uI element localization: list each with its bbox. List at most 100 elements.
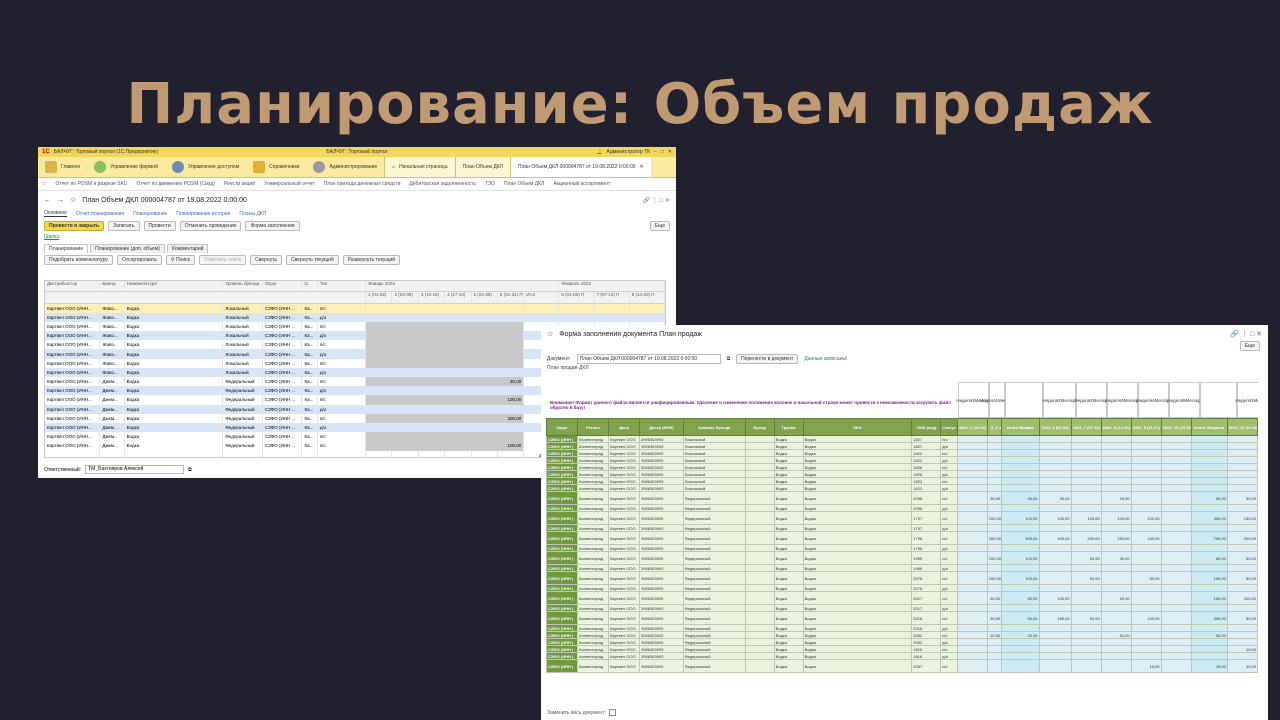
cell-okrug[interactable]: СЗФО (ИНН ) <box>546 524 579 532</box>
cell-d[interactable]: Картвел ООО (ИНН... <box>45 377 101 387</box>
cell-region[interactable]: Калининград <box>577 571 610 585</box>
cell-week-value[interactable] <box>1130 544 1162 552</box>
cell-inn[interactable]: 3906363993 <box>639 463 684 471</box>
cell-n[interactable]: Водка <box>124 312 224 322</box>
cell-group[interactable]: Водка <box>773 511 804 525</box>
cell-brand-level[interactable]: Федеральный <box>682 564 746 572</box>
cell-region[interactable]: Калининград <box>577 631 610 639</box>
grid-row[interactable]: СЗФО (ИНН ) Калининград Картвел ООО 3906363… <box>546 631 1258 639</box>
more-button[interactable]: Еще <box>1239 341 1260 351</box>
cell-week-value[interactable] <box>1038 442 1072 450</box>
grid-row[interactable]: СЗФО (ИНН ) Калининград Картвел ООО 3906363… <box>546 659 1258 673</box>
cell-status[interactable]: д/о <box>940 544 958 552</box>
cell-week-value[interactable] <box>1130 645 1162 653</box>
cell-week-value[interactable] <box>1160 652 1192 660</box>
cell-month-total[interactable]: 50,00 <box>1001 611 1040 625</box>
cell-brand-level[interactable]: Федеральный <box>682 591 746 605</box>
cell-l[interactable]: Локальный <box>222 303 263 313</box>
cell-week-value[interactable]: 50,00 <box>1130 571 1162 585</box>
cell-week-value[interactable] <box>1130 584 1162 592</box>
cell-week-value[interactable] <box>1160 571 1192 585</box>
grid-row[interactable]: СЗФО (ИНН ) Калининград Картвел ООО 3906363… <box>546 638 1258 646</box>
cell-group[interactable]: Водка <box>773 652 804 660</box>
cell-month-total[interactable] <box>1190 645 1228 653</box>
tab-plan-document[interactable]: План Объем ДКЛ 000004787 от 19.08.2022 0… <box>509 157 651 177</box>
cell-week-value[interactable] <box>1100 652 1132 660</box>
cancel-posting-button[interactable]: Отменить проведение <box>179 221 242 231</box>
cell-month-total[interactable] <box>1190 442 1228 450</box>
cell-week-value[interactable] <box>1160 604 1192 612</box>
cell-brand-level[interactable]: Федеральный <box>682 645 746 653</box>
cell-sku-code[interactable]: 1796 <box>911 544 942 552</box>
cell-brand[interactable] <box>744 544 775 552</box>
cell-group[interactable]: Водка <box>773 442 804 450</box>
cell-inn[interactable]: 3906363993 <box>639 571 684 585</box>
cell-week-value[interactable]: 30,00 <box>1100 551 1132 565</box>
cell-group[interactable]: Водка <box>773 584 804 592</box>
open-icon[interactable]: ⧉ <box>727 356 731 362</box>
cell-month-total[interactable] <box>1001 645 1040 653</box>
cell-week-value[interactable] <box>986 504 1003 512</box>
cell-l[interactable]: Федеральный <box>222 395 263 405</box>
cell-group[interactable]: Водка <box>773 591 804 605</box>
feb-week-cell[interactable] <box>594 303 630 313</box>
cell-week-value[interactable] <box>1070 659 1102 673</box>
cell-o2[interactable]: Ка... <box>301 367 318 377</box>
cell-week-value[interactable] <box>1038 463 1072 471</box>
cell-brand[interactable] <box>744 604 775 612</box>
cell-region[interactable]: Калининград <box>577 484 610 492</box>
cell-t[interactable]: п/с <box>317 321 367 332</box>
cell-month-total[interactable]: 100,00 <box>1001 551 1040 565</box>
open-icon[interactable]: ⧉ <box>188 467 192 473</box>
cell-sku-code[interactable]: 1816 <box>911 652 942 660</box>
cell-week-value[interactable] <box>956 524 988 532</box>
cell-o[interactable]: СЗФО (ИНН ... <box>262 377 303 387</box>
cell-o[interactable]: СЗФО (ИНН ... <box>262 413 303 423</box>
cell-distr[interactable]: Картвел ООО <box>608 511 641 525</box>
cell-brand[interactable] <box>744 463 775 471</box>
cell-week-value[interactable]: 100,00 <box>1038 511 1072 525</box>
cell-group[interactable]: Водка <box>773 456 804 464</box>
cell-sku[interactable]: Водка <box>802 564 913 572</box>
cell-week-value[interactable]: 50,00 <box>1070 611 1102 625</box>
cell-status[interactable]: д/о <box>940 442 958 450</box>
cell-status[interactable]: д/о <box>940 564 958 572</box>
cell-week-value[interactable]: 20,00 <box>1100 491 1132 505</box>
cell-week-value[interactable] <box>1226 631 1258 639</box>
cell-n[interactable]: Водка <box>124 413 224 423</box>
cell-month-total[interactable]: 300,00 <box>1190 611 1228 625</box>
grid-row[interactable]: СЗФО (ИНН ) Калининград Картвел ООО 3906363… <box>546 611 1258 625</box>
cell-sku-code[interactable]: 1797 <box>911 524 942 532</box>
grid-row[interactable]: СЗФО (ИНН ) Калининград Картвел ООО 3906363… <box>546 442 1258 450</box>
grid-header[interactable]: Диср <box>608 418 641 436</box>
cell-week-value[interactable] <box>1070 484 1102 492</box>
cell-week-value[interactable] <box>1100 456 1132 464</box>
cell-week-value[interactable] <box>1130 470 1162 478</box>
cell-week-value[interactable] <box>1100 544 1132 552</box>
cell-brand-level[interactable]: Локальный <box>682 449 746 457</box>
cell-sku[interactable]: Водка <box>802 604 913 612</box>
cell-week-value[interactable] <box>1100 477 1132 485</box>
grid-row[interactable]: СЗФО (ИНН ) Калининград Картвел ООО 3906363… <box>546 652 1258 660</box>
cell-t[interactable]: д/о <box>317 331 367 341</box>
cell-week-value[interactable] <box>1130 564 1162 572</box>
cell-sku[interactable]: Водка <box>802 591 913 605</box>
cell-region[interactable]: Калининград <box>577 652 610 660</box>
section-company[interactable]: Управление фирмой <box>87 157 165 177</box>
cell-brand[interactable] <box>744 484 775 492</box>
cell-week-value[interactable]: 50,00 <box>1226 551 1258 565</box>
cell-week-value[interactable] <box>1070 449 1102 457</box>
cell-month-total[interactable] <box>1190 456 1228 464</box>
cell-sku[interactable]: Водка <box>802 491 913 505</box>
cell-week-value[interactable] <box>986 435 1003 443</box>
col-brand-level[interactable]: Уровень бренда <box>222 281 263 292</box>
cell-region[interactable]: Калининград <box>577 659 610 673</box>
cell-week-value[interactable] <box>1070 456 1102 464</box>
cell-brand-level[interactable]: Федеральный <box>682 631 746 639</box>
cell-sku[interactable]: Водка <box>802 544 913 552</box>
cell-brand[interactable] <box>744 571 775 585</box>
section-catalogs[interactable]: Справочники <box>246 157 306 177</box>
cell-okrug[interactable]: СЗФО (ИНН ) <box>546 584 579 592</box>
cell-d[interactable]: Картвел ООО (ИНН... <box>45 312 101 322</box>
cell-week-value[interactable] <box>956 584 988 592</box>
